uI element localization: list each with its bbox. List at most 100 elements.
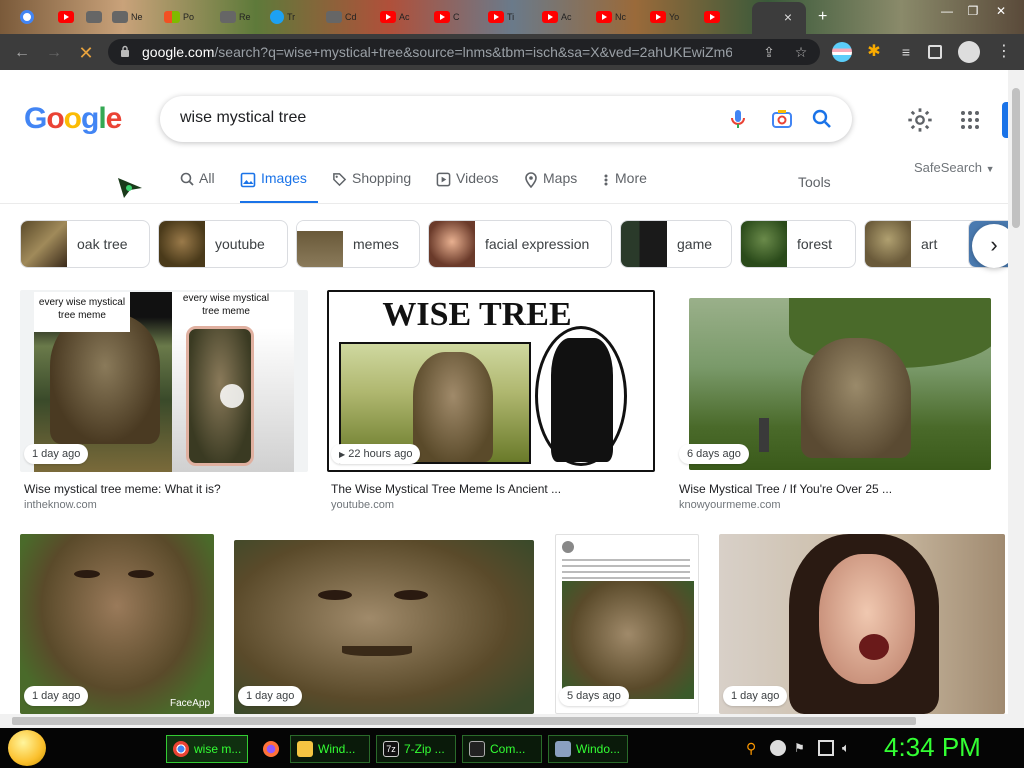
search-input[interactable]: wise mystical tree — [180, 109, 306, 127]
network-tray-icon[interactable] — [818, 740, 834, 756]
browser-tab[interactable]: Cd — [322, 6, 370, 28]
bookmark-star-icon[interactable]: ☆ — [792, 43, 810, 61]
camera-lens-icon[interactable] — [770, 107, 794, 131]
youtube-icon — [380, 11, 396, 23]
image-result[interactable]: 5 days ago — [555, 534, 699, 714]
browser-tab[interactable]: Nc — [592, 6, 640, 28]
chevron-right-icon[interactable]: › — [972, 224, 1008, 268]
tab-title: Tr — [287, 12, 296, 22]
tab-videos[interactable]: Videos — [436, 170, 499, 204]
search-box[interactable]: wise mystical tree — [160, 96, 852, 142]
browser-tab[interactable]: Po — [160, 6, 208, 28]
image-result[interactable]: 6 days ago Wise Mystical Tree / If You'r… — [675, 290, 1005, 512]
image-result[interactable]: every wise mystical tree meme every wise… — [20, 290, 310, 512]
chip-label: art — [921, 236, 938, 252]
extension-icon[interactable] — [832, 42, 852, 62]
youtube-icon — [434, 11, 450, 23]
chip-game[interactable]: game — [620, 220, 732, 268]
address-bar[interactable]: google.com/search?q=wise+mystical+tree&s… — [108, 39, 820, 65]
microphone-icon[interactable] — [726, 107, 750, 131]
apps-grid-icon[interactable] — [958, 108, 982, 132]
stop-loading-icon[interactable]: ✕ — [76, 43, 96, 63]
browser-tab[interactable] — [700, 6, 748, 28]
browser-menu-icon[interactable]: ⋮ — [994, 42, 1014, 62]
browser-tab[interactable]: Ac — [376, 6, 424, 28]
media-control-icon[interactable]: ≡ — [896, 42, 916, 62]
google-logo[interactable]: Google — [24, 102, 122, 136]
play-small-icon: ▶ — [339, 450, 346, 459]
chip-thumbnail — [21, 221, 67, 267]
restore-icon[interactable]: ❐ — [962, 2, 984, 20]
vertical-scrollbar[interactable] — [1008, 70, 1024, 728]
close-tab-icon[interactable]: × — [780, 9, 796, 25]
settings-gear-icon[interactable] — [906, 106, 934, 134]
tab-maps[interactable]: Maps — [524, 170, 577, 204]
browser-tab[interactable]: Yo — [646, 6, 694, 28]
chip-oak-tree[interactable]: oak tree — [20, 220, 150, 268]
start-button-smiley-icon[interactable] — [8, 730, 46, 766]
browser-tab[interactable]: Re — [216, 6, 264, 28]
puzzle-extension-icon[interactable]: ✱ — [864, 42, 884, 62]
tab-all[interactable]: All — [180, 170, 215, 204]
safesearch-dropdown[interactable]: SafeSearch ▼ — [914, 160, 994, 175]
volume-icon[interactable]: 🔈︎ — [842, 740, 858, 756]
flag-tray-icon[interactable]: ⚑ — [794, 740, 810, 756]
taskbar-item-command-prompt[interactable]: Com... — [462, 735, 542, 763]
result-title[interactable]: Wise Mystical Tree / If You're Over 25 .… — [679, 482, 892, 496]
faceapp-watermark: FaceApp — [170, 698, 211, 709]
chip-facial-expression[interactable]: facial expression — [428, 220, 612, 268]
tree-eye — [394, 590, 428, 600]
tab-more[interactable]: More — [602, 170, 647, 204]
tree-eye — [128, 570, 154, 578]
image-result[interactable]: FaceApp 1 day ago — [20, 534, 214, 714]
browser-tab[interactable]: Tr — [266, 6, 314, 28]
taskbar-item-windows-explorer[interactable]: Wind... — [290, 735, 370, 763]
search-type-tabs: All Images Shopping Videos Maps More Too… — [0, 160, 1008, 204]
taskbar-item-chrome[interactable]: wise m... — [166, 735, 248, 763]
taskbar-clock[interactable]: 4:34 PM — [884, 732, 981, 763]
tools-button[interactable]: Tools — [798, 174, 831, 190]
chip-memes[interactable]: memes — [296, 220, 420, 268]
profile-avatar[interactable] — [958, 41, 980, 63]
result-title[interactable]: The Wise Mystical Tree Meme Is Ancient .… — [331, 482, 561, 496]
close-window-icon[interactable]: ✕ — [990, 2, 1012, 20]
new-tab-button[interactable]: + — [818, 8, 827, 26]
chip-forest[interactable]: forest — [740, 220, 856, 268]
image-result[interactable]: WISE TREE ▶ 22 hours ago The Wise Mystic… — [327, 290, 657, 512]
browser-tab[interactable]: Ac — [538, 6, 586, 28]
url-host: google.com — [142, 44, 215, 60]
result-title[interactable]: Wise mystical tree meme: What it is? — [24, 482, 221, 496]
google-icon — [20, 10, 34, 24]
forward-arrow-icon[interactable]: → — [44, 43, 64, 63]
tweet-image — [562, 581, 694, 699]
tray-icon[interactable] — [770, 740, 786, 756]
firefox-icon — [263, 741, 279, 757]
image-result[interactable]: 1 day ago — [719, 534, 1005, 714]
taskbar-item-firefox[interactable] — [256, 735, 286, 763]
side-panel-icon[interactable] — [928, 45, 942, 59]
browser-tab[interactable]: Ti — [484, 6, 532, 28]
browser-tab-active[interactable] — [752, 2, 806, 34]
taskbar-item-windows[interactable]: Windo... — [548, 735, 628, 763]
search-tray-icon[interactable]: ⚲ — [746, 740, 762, 756]
tab-title: Po — [183, 12, 195, 22]
chip-art[interactable]: art — [864, 220, 982, 268]
url-text: google.com/search?q=wise+mystical+tree&s… — [142, 44, 732, 60]
image-result[interactable]: 1 day ago — [234, 540, 534, 714]
back-arrow-icon[interactable]: ← — [12, 43, 32, 63]
share-icon[interactable]: ⇪ — [760, 43, 778, 61]
site-icon — [326, 11, 342, 23]
scrollbar-thumb[interactable] — [12, 717, 916, 725]
taskbar-item-7zip[interactable]: 7z 7-Zip ... — [376, 735, 456, 763]
minimize-icon[interactable]: — — [936, 2, 958, 20]
tab-images[interactable]: Images — [240, 170, 318, 204]
chip-thumbnail — [621, 221, 667, 267]
chip-youtube[interactable]: youtube — [158, 220, 288, 268]
browser-tab[interactable]: Ne — [108, 6, 156, 28]
search-icon[interactable] — [810, 107, 834, 131]
youtube-icon — [58, 11, 74, 23]
browser-tab[interactable]: C — [430, 6, 478, 28]
horizontal-scrollbar[interactable] — [0, 714, 1008, 728]
scrollbar-thumb[interactable] — [1012, 88, 1020, 228]
tab-shopping[interactable]: Shopping — [332, 170, 411, 204]
